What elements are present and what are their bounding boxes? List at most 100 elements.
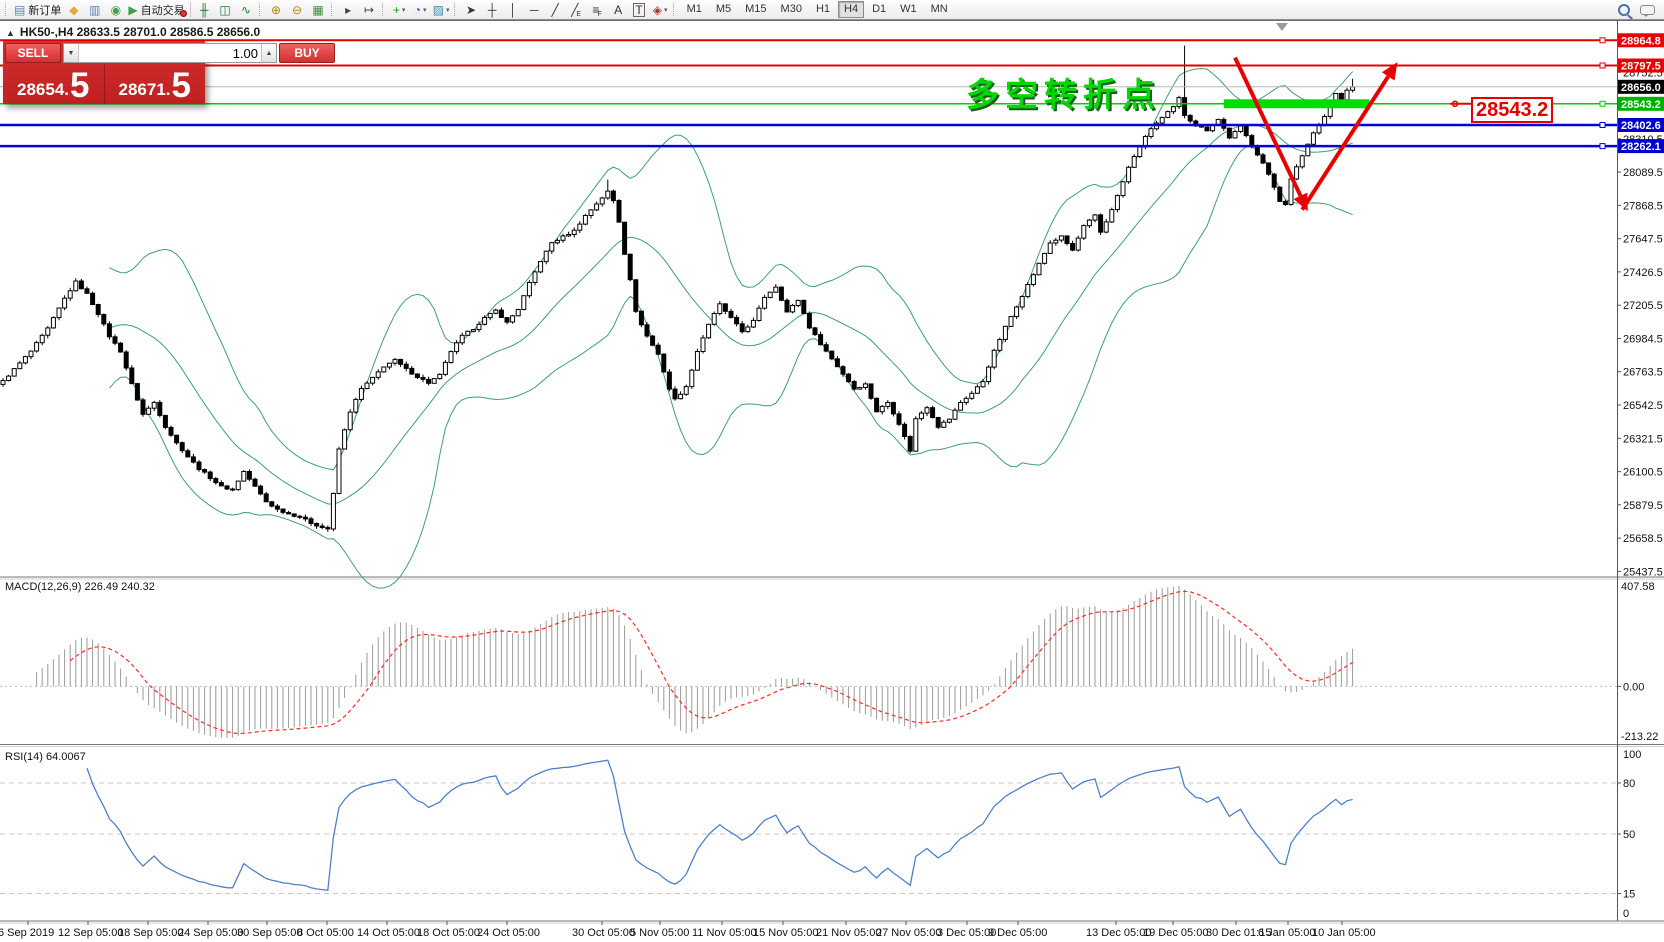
template-button[interactable]: ▨▾: [431, 1, 452, 18]
tile-windows-icon: ▦: [312, 4, 323, 16]
timeframe-d1[interactable]: D1: [866, 1, 892, 18]
market-watch-icon: ◆: [69, 4, 78, 16]
svg-text:6 Sep 2019: 6 Sep 2019: [0, 927, 54, 939]
channel-button[interactable]: ╱E: [566, 1, 587, 18]
volume-decrease-button[interactable]: ▼: [64, 44, 79, 62]
svg-text:30 Oct 05:00: 30 Oct 05:00: [572, 927, 635, 939]
chart-area: 28752.528531.528310.528089.527868.527647…: [0, 0, 1664, 942]
zoom-in-button[interactable]: ⊕: [266, 1, 287, 18]
volume-input[interactable]: [79, 44, 261, 62]
pane-separators[interactable]: [0, 577, 1664, 923]
macd-pane: [0, 586, 1617, 738]
svg-text:50: 50: [1623, 829, 1635, 841]
chevron-down-icon[interactable]: ▾: [423, 6, 427, 14]
timeframe-m15[interactable]: M15: [739, 1, 772, 18]
svg-text:26984.5: 26984.5: [1623, 334, 1663, 346]
trendline-icon: ╱: [551, 4, 558, 16]
auto-scroll-icon: ▸: [345, 4, 351, 16]
svg-text:25437.5: 25437.5: [1623, 566, 1663, 578]
tile-windows-button[interactable]: ▦: [308, 1, 329, 18]
new-order-button[interactable]: ▤ 新订单: [12, 1, 63, 18]
autotrading-button[interactable]: ▶ 自动交易: [126, 1, 186, 18]
search-icon[interactable]: [1618, 4, 1630, 16]
indicators-button[interactable]: +▾: [389, 1, 410, 18]
periods-button[interactable]: ◔▾: [410, 1, 431, 18]
svg-text:0: 0: [1623, 908, 1629, 920]
buy-price-main: 28671.: [119, 79, 171, 100]
chart-shift-marker[interactable]: [1276, 23, 1288, 31]
text-icon: A: [614, 4, 622, 16]
one-click-trading-panel: SELL ▼ ▲ BUY 28654.5 28671.5: [3, 41, 205, 104]
data-window-button[interactable]: ▥: [84, 1, 105, 18]
autotrading-status-dot: [180, 10, 187, 17]
price-tag-label[interactable]: 28543.2: [1471, 97, 1553, 123]
buy-button[interactable]: BUY: [279, 43, 335, 63]
arrows-icon: ◈: [653, 4, 662, 16]
svg-text:27647.5: 27647.5: [1623, 234, 1663, 246]
chevron-down-icon[interactable]: ▾: [664, 6, 668, 14]
zoom-out-button[interactable]: ⊖: [287, 1, 308, 18]
auto-scroll-button[interactable]: ▸: [338, 1, 359, 18]
svg-text:8 Oct 05:00: 8 Oct 05:00: [297, 927, 354, 939]
timeframe-h1[interactable]: H1: [810, 1, 836, 18]
annotation-text[interactable]: 多空转折点: [966, 68, 1161, 116]
timeframe-w1[interactable]: W1: [894, 1, 923, 18]
vertical-line-icon: │: [509, 4, 517, 16]
svg-text:0.00: 0.00: [1623, 681, 1644, 693]
svg-text:10 Jan 05:00: 10 Jan 05:00: [1312, 927, 1376, 939]
line-chart-icon: ∿: [241, 4, 251, 16]
timeframe-m1[interactable]: M1: [681, 1, 708, 18]
bar-chart-button[interactable]: ╫: [194, 1, 215, 18]
svg-text:5 Nov 05:00: 5 Nov 05:00: [630, 927, 689, 939]
chevron-down-icon[interactable]: ▾: [446, 6, 450, 14]
arrows-button[interactable]: ◈▾: [650, 1, 671, 18]
svg-text:21 Nov 05:00: 21 Nov 05:00: [816, 927, 881, 939]
zoom-in-icon: ⊕: [271, 4, 281, 16]
navigator-button[interactable]: ◉: [105, 1, 126, 18]
text-button[interactable]: A: [608, 1, 629, 18]
fibonacci-button[interactable]: ≡F: [587, 1, 608, 18]
trendline-button[interactable]: ╱: [545, 1, 566, 18]
timeframe-m30[interactable]: M30: [775, 1, 808, 18]
timeframe-h4[interactable]: H4: [838, 1, 864, 18]
timeframe-m5[interactable]: M5: [710, 1, 737, 18]
svg-text:26100.5: 26100.5: [1623, 467, 1663, 479]
svg-text:28543.2: 28543.2: [1621, 99, 1661, 111]
toolbar-grip: [673, 3, 676, 16]
candlestick-chart-button[interactable]: ◫: [215, 1, 236, 18]
svg-text:27 Nov 05:00: 27 Nov 05:00: [876, 927, 941, 939]
volume-increase-button[interactable]: ▲: [261, 44, 276, 62]
line-chart-button[interactable]: ∿: [236, 1, 257, 18]
buy-price[interactable]: 28671.5: [104, 64, 206, 104]
market-watch-button[interactable]: ◆: [63, 1, 84, 18]
text-label-button[interactable]: T: [629, 1, 650, 18]
sell-button[interactable]: SELL: [5, 43, 61, 63]
svg-text:11 Nov 05:00: 11 Nov 05:00: [692, 927, 757, 939]
time-axis: 6 Sep 201912 Sep 05:0018 Sep 05:0024 Sep…: [0, 921, 1376, 939]
cursor-icon: ➤: [466, 4, 476, 16]
collapse-icon[interactable]: ▲: [6, 28, 15, 38]
chevron-down-icon[interactable]: ▾: [402, 6, 406, 14]
crosshair-button[interactable]: ┼: [482, 1, 503, 18]
horizontal-line-button[interactable]: ─: [524, 1, 545, 18]
crosshair-icon: ┼: [488, 4, 497, 16]
cursor-button[interactable]: ➤: [461, 1, 482, 18]
timeframe-mn[interactable]: MN: [925, 1, 954, 18]
chart-shift-button[interactable]: ↦: [359, 1, 380, 18]
svg-text:26763.5: 26763.5: [1623, 367, 1663, 379]
rsi-pane: [0, 760, 1617, 893]
chat-icon[interactable]: [1640, 5, 1655, 15]
autotrading-icon: ▶: [128, 4, 137, 16]
indicators-icon: +: [393, 4, 400, 16]
svg-text:30 Sep 05:00: 30 Sep 05:00: [237, 927, 302, 939]
text-label-icon: T: [633, 3, 644, 17]
svg-text:13 Dec 05:00: 13 Dec 05:00: [1086, 927, 1151, 939]
rsi-indicator-label: RSI(14) 64.0067: [5, 751, 86, 763]
toolbar: ▤ 新订单 ◆▥◉ ▶ 自动交易 ╫◫∿⊕⊖▦▸↦+▾◔▾▨▾➤┼│─╱╱E≡F…: [0, 0, 1664, 20]
vertical-line-button[interactable]: │: [503, 1, 524, 18]
bar-chart-icon: ╫: [200, 4, 209, 16]
trend-drawings[interactable]: [1224, 58, 1471, 212]
sell-price[interactable]: 28654.5: [3, 64, 104, 104]
svg-text:15: 15: [1623, 889, 1635, 901]
svg-text:19 Dec 05:00: 19 Dec 05:00: [1143, 927, 1208, 939]
